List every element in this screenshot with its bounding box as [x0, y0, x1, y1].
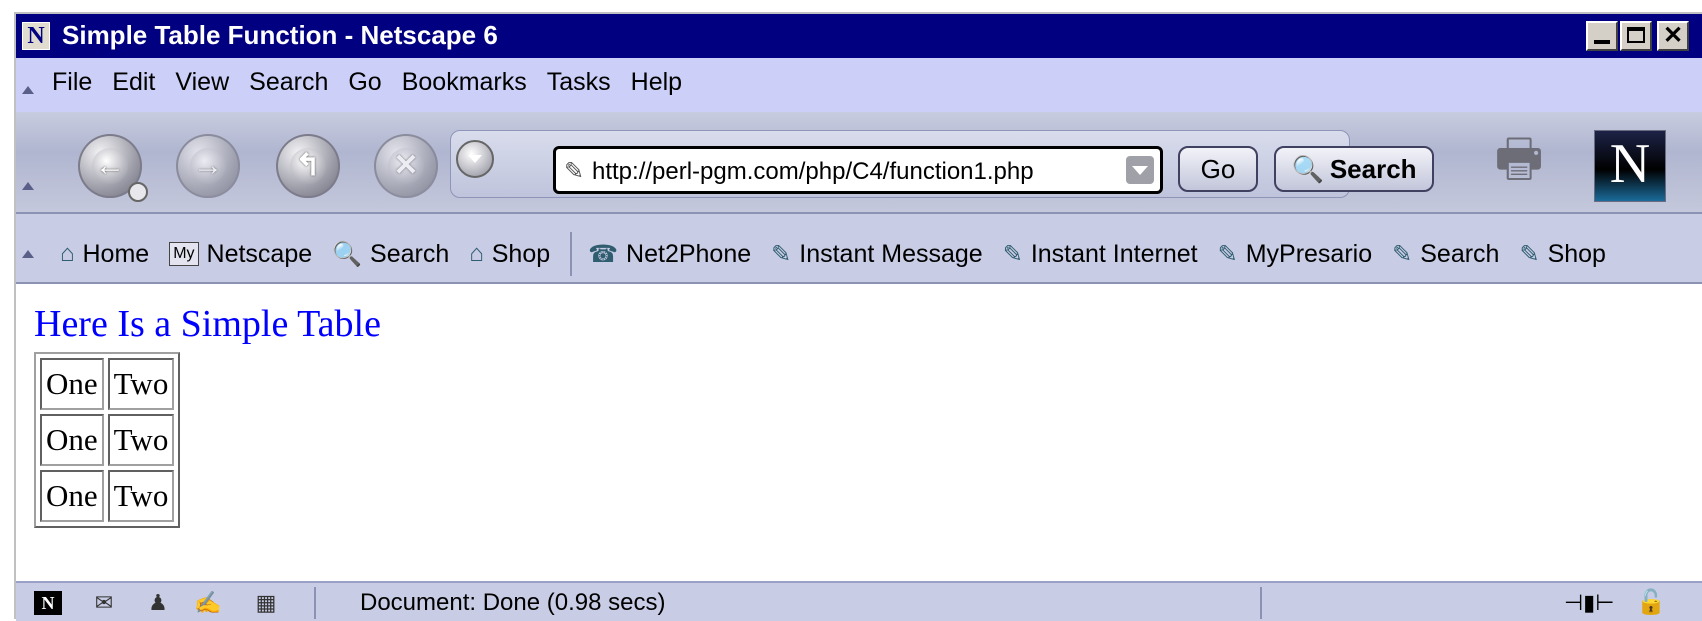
navigator-icon[interactable]: N [34, 591, 62, 615]
stop-icon: ✕ [388, 148, 424, 184]
personal-item-search[interactable]: 🔍 Search [332, 240, 449, 269]
personal-item-label: Netscape [206, 239, 313, 268]
menu-edit[interactable]: Edit [112, 68, 155, 97]
collapse-arrow-icon [22, 250, 34, 258]
toolbar-separator [570, 232, 573, 276]
menu-help[interactable]: Help [631, 68, 682, 97]
personal-item-label: Shop [1547, 239, 1606, 268]
title-bar: N Simple Table Function - Netscape 6 ✕ [16, 14, 1702, 58]
url-history-button[interactable] [456, 140, 494, 178]
collapse-arrow-icon [22, 182, 34, 190]
back-arrow-icon: ← [92, 148, 128, 184]
window-title: Simple Table Function - Netscape 6 [62, 20, 498, 50]
table-row: One Two [40, 414, 175, 466]
back-button[interactable]: ← [78, 134, 148, 202]
status-bar: N ✉ ♟ ✍ ▦ Document: Done (0.98 secs) ⊣▮⊢… [16, 581, 1702, 621]
personal-item-home[interactable]: ⌂ Home [60, 240, 149, 269]
instant-messenger-icon[interactable]: ♟ [144, 591, 172, 615]
table-cell: One [40, 470, 104, 522]
personal-item-label: Search [1420, 239, 1500, 268]
shop-icon: ⌂ [469, 240, 484, 267]
bookmark-icon: ✎ [1002, 240, 1023, 268]
table-cell: One [40, 358, 104, 410]
status-separator [1260, 587, 1262, 619]
personal-item-search-2[interactable]: ✎ Search [1392, 240, 1499, 269]
table-cell: Two [107, 414, 175, 466]
menu-file[interactable]: File [52, 68, 92, 97]
collapse-arrow-icon [22, 86, 34, 94]
bookmark-icon: ✎ [1519, 240, 1540, 268]
minimize-button[interactable] [1586, 21, 1618, 51]
url-text[interactable]: http://perl-pgm.com/php/C4/function1.php [592, 158, 1034, 186]
maximize-button[interactable] [1620, 21, 1652, 51]
back-history-dropdown[interactable] [128, 182, 148, 202]
personal-item-label: Net2Phone [626, 239, 752, 268]
reload-icon: ↰ [290, 148, 326, 184]
personal-item-mypresario[interactable]: ✎ MyPresario [1218, 240, 1373, 269]
composer-icon[interactable]: ✍ [194, 591, 222, 615]
table-row: One Two [40, 470, 175, 522]
url-field[interactable]: ✎ http://perl-pgm.com/php/C4/function1.p… [553, 146, 1163, 194]
minimize-icon [1594, 40, 1610, 44]
forward-arrow-icon: → [190, 148, 226, 184]
bookmark-icon: ✎ [1392, 240, 1413, 268]
personal-item-label: Instant Message [799, 239, 983, 268]
search-button-label: Search [1329, 154, 1417, 184]
url-dropdown-icon[interactable] [1126, 156, 1154, 184]
menu-search[interactable]: Search [249, 68, 328, 97]
netscape-throbber-logo[interactable]: N [1594, 130, 1666, 202]
personal-item-netscape[interactable]: My Netscape [169, 240, 312, 269]
personal-item-instant-internet[interactable]: ✎ Instant Internet [1003, 240, 1198, 269]
personal-item-label: Home [82, 239, 150, 268]
online-connection-icon[interactable]: ⊣▮⊢ [1564, 591, 1624, 615]
security-lock-icon[interactable]: 🔓 [1636, 589, 1676, 617]
phone-icon: ☎ [588, 240, 619, 268]
personal-item-label: MyPresario [1245, 239, 1373, 268]
print-icon[interactable]: 🖶 [1482, 128, 1556, 190]
bookmark-pin-icon[interactable]: ✎ [564, 157, 584, 186]
go-button[interactable]: Go [1178, 146, 1258, 192]
personal-item-shop-2[interactable]: ✎ Shop [1519, 240, 1606, 269]
menu-tasks[interactable]: Tasks [547, 68, 611, 97]
personal-item-shop[interactable]: ⌂ Shop [469, 240, 550, 269]
my-netscape-icon: My [169, 242, 199, 266]
netscape-app-icon[interactable]: N [22, 22, 50, 50]
status-separator [314, 587, 316, 619]
stop-button[interactable]: ✕ [374, 134, 438, 198]
simple-table: One Two One Two One Two [34, 352, 181, 528]
menu-bar: File Edit View Search Go Bookmarks Tasks… [16, 58, 1702, 113]
maximize-icon [1627, 27, 1645, 43]
status-text: Document: Done (0.98 secs) [360, 589, 666, 616]
bookmark-icon: ✎ [771, 240, 792, 268]
search-icon: 🔍 [332, 240, 363, 268]
reload-button[interactable]: ↰ [276, 134, 340, 198]
forward-button[interactable]: → [176, 134, 240, 198]
personal-item-label: Search [370, 239, 450, 268]
address-book-icon[interactable]: ▦ [252, 591, 280, 615]
menu-view[interactable]: View [175, 68, 229, 97]
personal-item-label: Shop [491, 239, 551, 268]
table-cell: Two [107, 358, 175, 410]
personal-item-net2phone[interactable]: ☎ Net2Phone [588, 240, 751, 269]
search-button[interactable]: 🔍 Search [1274, 146, 1434, 192]
personal-toolbar: ⌂ Home My Netscape 🔍 Search ⌂ Shop ☎ Net2Phon… [16, 214, 1702, 284]
personal-item-instant-message[interactable]: ✎ Instant Message [771, 240, 983, 269]
bookmark-icon: ✎ [1217, 240, 1238, 268]
table-row: One Two [40, 358, 175, 410]
search-icon: 🔍 [1291, 154, 1324, 184]
close-icon: ✕ [1662, 22, 1684, 49]
home-icon: ⌂ [60, 240, 75, 267]
menu-bookmarks[interactable]: Bookmarks [402, 68, 527, 97]
mail-icon[interactable]: ✉ [90, 591, 118, 615]
table-cell: Two [107, 470, 175, 522]
menu-go[interactable]: Go [348, 68, 381, 97]
close-button[interactable]: ✕ [1657, 21, 1689, 51]
personal-item-label: Instant Internet [1030, 239, 1198, 268]
table-cell: One [40, 414, 104, 466]
page-heading: Here Is a Simple Table [34, 303, 381, 345]
